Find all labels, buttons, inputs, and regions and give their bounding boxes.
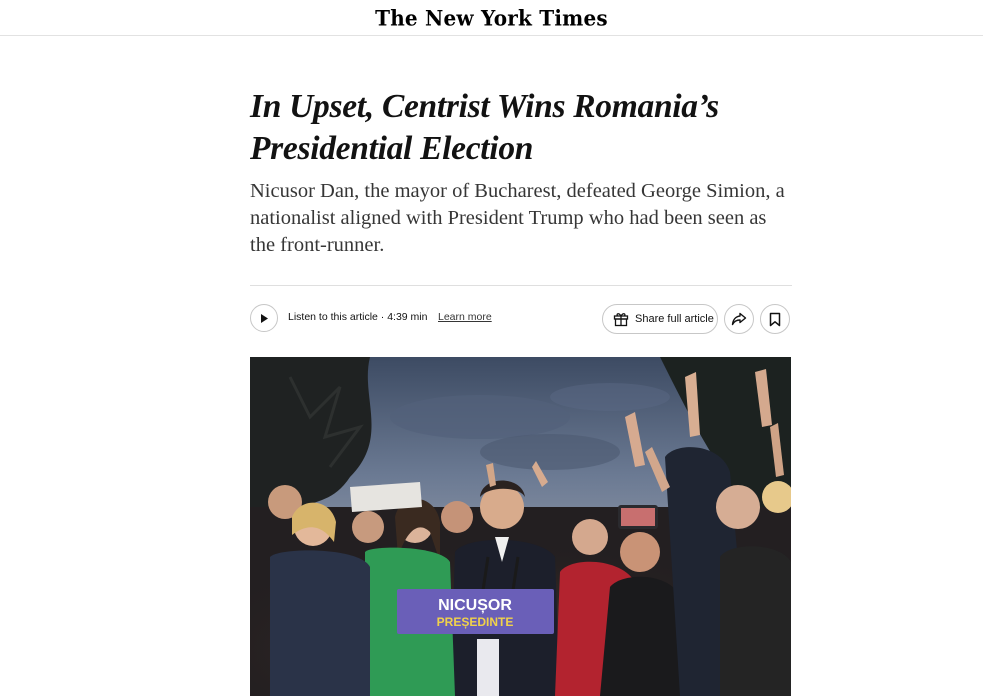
- article-summary: Nicusor Dan, the mayor of Bucharest, def…: [250, 180, 785, 256]
- share-full-article-button[interactable]: Share full article: [602, 304, 718, 334]
- share-button[interactable]: [724, 304, 754, 334]
- headline-line-1: In Upset, Centrist Wins Romania’s: [250, 88, 719, 125]
- learn-more-link[interactable]: Learn more: [438, 311, 492, 323]
- headline-line-2: Presidential Election: [250, 130, 534, 167]
- play-icon: [261, 313, 268, 323]
- listen-label: Listen to this article · 4:39 min: [288, 311, 428, 323]
- share-arrow-icon: [731, 312, 747, 326]
- podium-text-line-2: PREȘEDINTE: [437, 615, 514, 629]
- divider: [250, 285, 792, 286]
- masthead: The New York Times: [0, 0, 983, 36]
- headline: In Upset, Centrist Wins Romania’s Presid…: [250, 86, 792, 170]
- bookmark-icon: [769, 312, 781, 326]
- gift-icon: [613, 313, 629, 327]
- lead-photo: NICUȘOR PREȘEDINTE: [250, 357, 791, 696]
- article-toolbar: Listen to this article · 4:39 min Learn …: [250, 302, 792, 336]
- podium-text-line-1: NICUȘOR: [438, 597, 512, 614]
- share-label: Share full article: [635, 313, 714, 325]
- nyt-logo[interactable]: The New York Times: [375, 5, 608, 30]
- play-audio-button[interactable]: [250, 304, 278, 332]
- bookmark-button[interactable]: [760, 304, 790, 334]
